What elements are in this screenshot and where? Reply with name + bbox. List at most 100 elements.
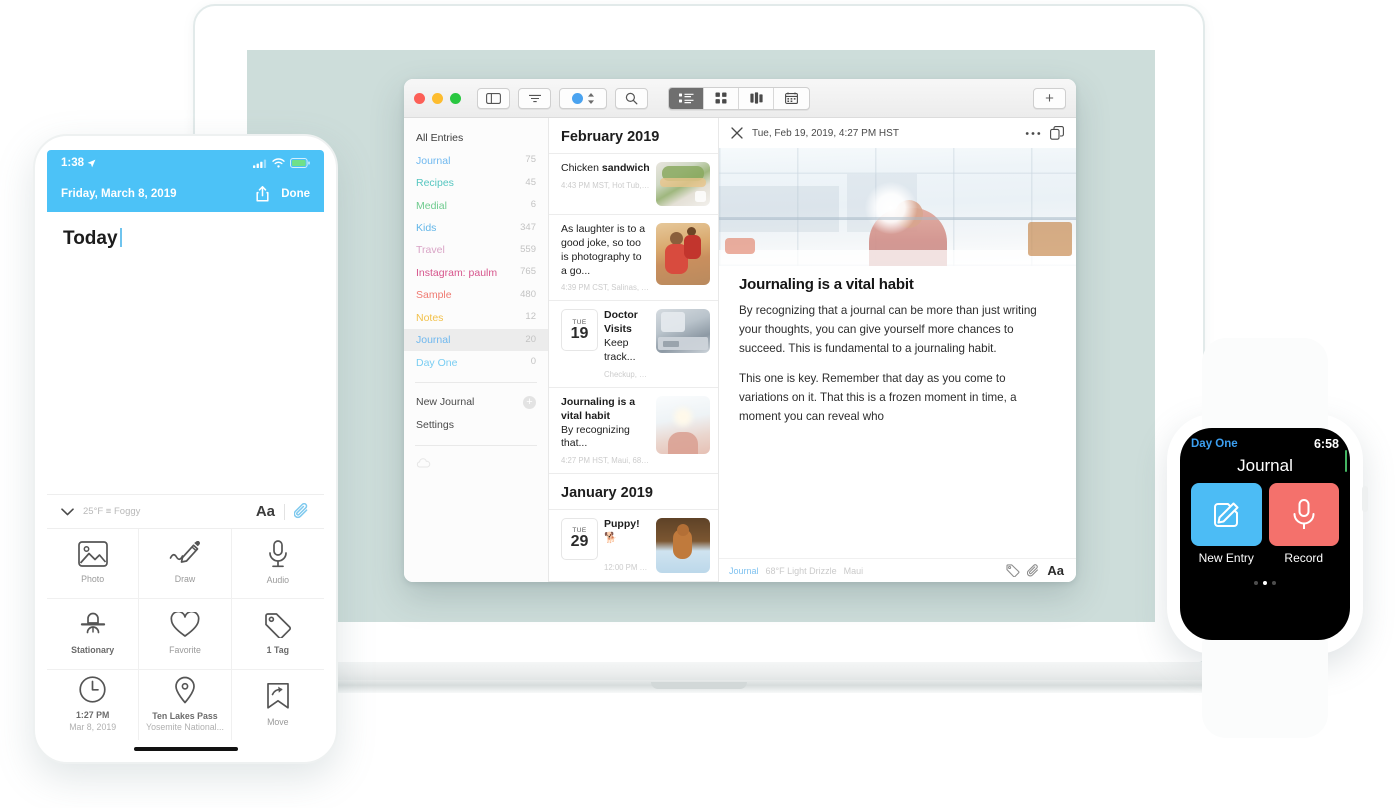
sidebar-item-journal-2[interactable]: Journal 20 <box>404 328 548 352</box>
grid-cell-tag[interactable]: 1 Tag <box>231 599 324 670</box>
entry-body-text[interactable]: By recognizing that a journal can be mor… <box>739 302 1056 427</box>
more-options-icon[interactable] <box>1025 131 1041 136</box>
grid-cell-stationary[interactable]: Stationary <box>47 599 140 670</box>
sidebar-item-new-journal[interactable]: New Journal + <box>404 391 548 414</box>
entry-meta: 4:39 PM CST, Salinas, Sal... <box>561 283 650 293</box>
masonry-view-icon <box>749 92 763 104</box>
view-mode-segmented-control[interactable] <box>668 86 810 110</box>
laptop-notch <box>651 682 747 689</box>
sidebar-item-recipes[interactable]: Recipes 45 <box>404 172 548 194</box>
search-button[interactable] <box>615 87 648 109</box>
list-item[interactable]: Chicken sandwich 4:43 PM MST, Hot Tub, H… <box>549 154 718 215</box>
list-item[interactable]: As laughter is to a good joke, so too is… <box>549 215 718 302</box>
grid-label: Ten Lakes Pass Yosemite National... <box>146 711 224 734</box>
entry-day-number: 29 <box>570 533 589 551</box>
view-mode-list[interactable] <box>669 87 704 109</box>
footer-journal-name[interactable]: Journal <box>729 566 759 576</box>
location-arrow-icon <box>87 159 96 167</box>
footer-location[interactable]: Maui <box>844 566 864 576</box>
home-indicator <box>133 747 238 751</box>
sidebar-item-journal-1[interactable]: Journal 75 <box>404 149 548 171</box>
entry-body-scroll[interactable]: Journaling is a vital habit By recognizi… <box>719 266 1076 558</box>
phone-attachment-grid[interactable]: Photo Draw Audio Stationary Favorite 1 T… <box>47 528 324 740</box>
phone-font-size-icon[interactable]: Aa <box>256 504 275 519</box>
list-item[interactable]: Journaling is a vital habit By recognizi… <box>549 388 718 475</box>
entry-paragraph-2: This one is key. Remember that day as yo… <box>739 372 1017 423</box>
view-mode-grid[interactable] <box>704 87 739 109</box>
paperclip-icon[interactable] <box>1027 563 1040 578</box>
filter-button[interactable] <box>518 87 551 109</box>
duplicate-icon[interactable] <box>1050 126 1064 140</box>
list-item[interactable]: TUE 19 Doctor Visits Keep track... Check… <box>549 301 718 388</box>
sidebar-item-travel[interactable]: Travel 559 <box>404 239 548 261</box>
phone-nav-bar: Friday, March 8, 2019 Done <box>47 176 324 212</box>
add-journal-icon[interactable]: + <box>523 396 536 409</box>
tag-icon[interactable] <box>1006 564 1020 577</box>
chevron-down-icon[interactable] <box>61 507 74 516</box>
page-dot <box>1272 581 1276 585</box>
grid-cell-move[interactable]: Move <box>232 670 324 740</box>
watch-tile-label: New Entry <box>1198 551 1254 565</box>
grid-cell-location[interactable]: Ten Lakes Pass Yosemite National... <box>139 669 232 740</box>
phone-paperclip-icon[interactable] <box>294 503 310 520</box>
window-controls <box>414 92 461 104</box>
watch-screen-title: Journal <box>1237 456 1293 475</box>
watch-tile-record[interactable]: Record <box>1268 483 1339 565</box>
sidebar-item-instagram[interactable]: Instagram: paulm 765 <box>404 262 548 284</box>
watch-app-name: Day One <box>1191 438 1238 450</box>
sidebar-item-kids[interactable]: Kids 347 <box>404 217 548 239</box>
footer-weather[interactable]: 68°F Light Drizzle <box>766 566 837 576</box>
new-entry-tile-box[interactable] <box>1191 483 1262 546</box>
phone-entry-editor[interactable]: Today <box>47 212 324 494</box>
sidebar-item-sample[interactable]: Sample 480 <box>404 284 548 306</box>
entry-thumbnail-doctor <box>656 309 710 354</box>
entry-title-bold: sandwich <box>601 162 650 174</box>
journal-color-picker[interactable] <box>559 87 607 109</box>
grid-cell-audio[interactable]: Audio <box>231 529 324 600</box>
grid-cell-photo[interactable]: Photo <box>47 529 140 600</box>
new-entry-button[interactable]: + <box>1033 87 1066 109</box>
heart-icon <box>170 611 200 637</box>
phone-entry-date: Friday, March 8, 2019 <box>61 188 177 200</box>
view-mode-calendar[interactable] <box>774 88 809 109</box>
watch-digital-crown[interactable] <box>1362 486 1368 512</box>
phone-editor-text: Today <box>63 228 118 249</box>
list-item[interactable]: TUE 29 Puppy! 🐕 12:00 PM MST,... <box>549 510 718 582</box>
share-icon[interactable] <box>256 186 269 202</box>
sidebar-item-count: 347 <box>520 221 536 233</box>
mac-window-body: All Entries Journal 75 Recipes 45 Medial… <box>404 118 1076 582</box>
view-mode-masonry[interactable] <box>739 87 774 109</box>
sidebar-toggle-button[interactable] <box>477 87 510 109</box>
phone-done-button[interactable]: Done <box>281 188 310 200</box>
grid-label: Stationary <box>71 644 115 655</box>
sidebar-item-label: Journal <box>416 154 451 167</box>
sidebar-item-medial[interactable]: Medial 6 <box>404 194 548 216</box>
entries-list[interactable]: February 2019 Chicken sandwich 4:43 PM M… <box>549 118 719 582</box>
sidebar-item-label: Instagram: paulm <box>416 266 498 279</box>
sidebar-item-label: All Entries <box>416 132 464 145</box>
maximize-window-button[interactable] <box>450 92 461 104</box>
page-dot <box>1254 581 1258 585</box>
entry-content: Journaling is a vital habit By recognizi… <box>561 396 650 465</box>
sidebar-item-day-one[interactable]: Day One 0 <box>404 351 548 373</box>
phone-weather-text[interactable]: 25°F ≡ Foggy <box>83 506 140 517</box>
sidebar-item-notes[interactable]: Notes 12 <box>404 307 548 329</box>
entry-detail-header: Tue, Feb 19, 2019, 4:27 PM HST <box>719 118 1076 148</box>
grid-cell-draw[interactable]: Draw <box>139 529 232 600</box>
sidebar-item-all-entries[interactable]: All Entries <box>404 127 548 149</box>
close-window-button[interactable] <box>414 92 425 104</box>
entry-subtitle: Keep track... <box>604 337 636 364</box>
scene-root: + All Entries Journal 75 Recipes 45 Medi… <box>0 0 1400 808</box>
microphone-icon <box>268 540 287 568</box>
sidebar-item-settings[interactable]: Settings <box>404 414 548 436</box>
minimize-window-button[interactable] <box>432 92 443 104</box>
watch-tile-new-entry[interactable]: New Entry <box>1191 483 1262 565</box>
battery-icon <box>290 158 310 168</box>
record-tile-box[interactable] <box>1268 483 1339 546</box>
grid-cell-favorite[interactable]: Favorite <box>139 599 232 670</box>
watch-band-top <box>1202 338 1328 434</box>
close-icon[interactable] <box>731 127 743 139</box>
chevron-updown-icon <box>587 92 594 104</box>
grid-cell-time[interactable]: 1:27 PM Mar 8, 2019 <box>47 669 140 740</box>
font-size-icon[interactable]: Aa <box>1047 564 1064 577</box>
